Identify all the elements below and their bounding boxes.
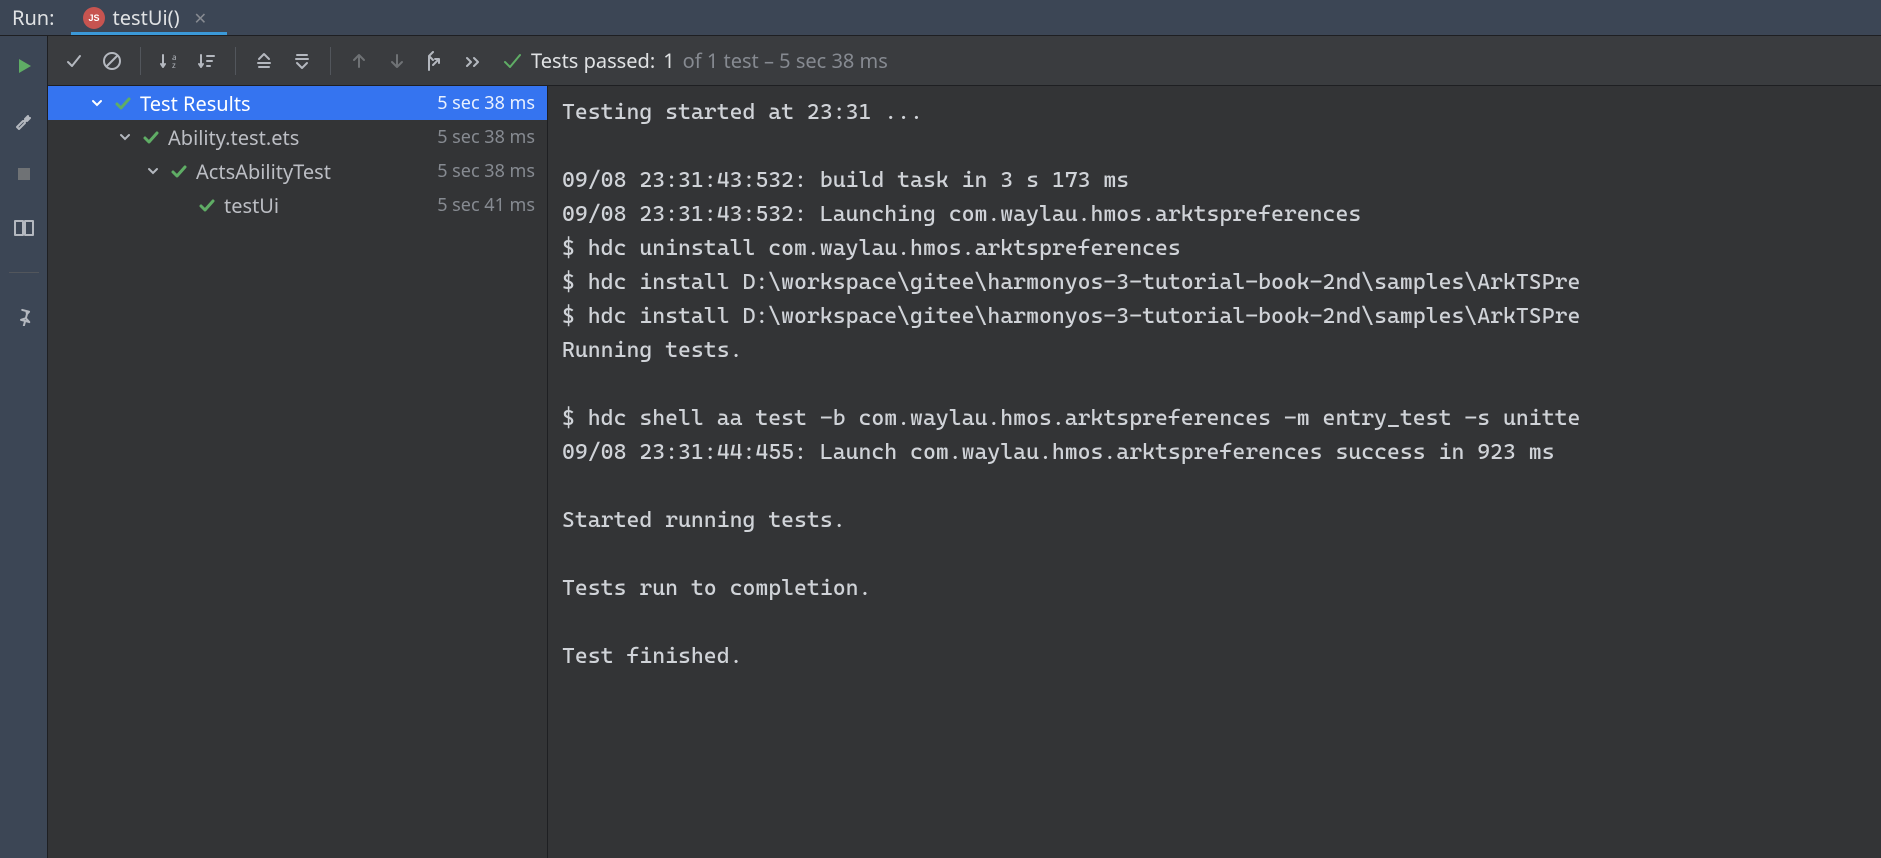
expand-all-icon[interactable]: [248, 45, 280, 77]
export-icon[interactable]: [419, 45, 451, 77]
tree-row[interactable]: testUi 5 sec 41 ms: [48, 188, 547, 222]
stop-icon[interactable]: [10, 160, 38, 188]
check-icon: [142, 128, 160, 146]
tab-title: testUi(): [113, 4, 180, 31]
test-status: Tests passed: 1 of 1 test – 5 sec 38 ms: [501, 47, 888, 74]
duration: 5 sec 38 ms: [437, 125, 535, 149]
tree-label: Ability.test.ets: [168, 124, 299, 151]
duration: 5 sec 38 ms: [437, 159, 535, 183]
collapse-all-icon[interactable]: [286, 45, 318, 77]
tree-label: testUi: [224, 192, 279, 219]
wrench-icon[interactable]: [10, 106, 38, 134]
duration: 5 sec 41 ms: [437, 193, 535, 217]
svg-text:z: z: [172, 60, 176, 71]
layout-icon[interactable]: [10, 214, 38, 242]
chevron-down-icon[interactable]: [88, 96, 106, 110]
status-prefix: Tests passed:: [531, 47, 655, 74]
tree-label: Test Results: [140, 90, 251, 117]
check-icon: [170, 162, 188, 180]
sort-duration-icon[interactable]: [191, 45, 223, 77]
duration: 5 sec 38 ms: [437, 91, 535, 115]
tree-row[interactable]: ActsAbilityTest 5 sec 38 ms: [48, 154, 547, 188]
test-toolbar: az: [48, 36, 1881, 86]
tab-testui[interactable]: JS testUi() ✕: [71, 0, 228, 35]
toolbar-separator: [235, 47, 236, 75]
close-icon[interactable]: ✕: [194, 7, 207, 29]
check-icon: [501, 50, 523, 72]
next-failed-icon[interactable]: [381, 45, 413, 77]
check-icon: [114, 94, 132, 112]
more-icon[interactable]: [457, 45, 489, 77]
run-label: Run:: [0, 4, 71, 31]
gutter-separator: [9, 272, 39, 273]
chevron-down-icon[interactable]: [116, 130, 134, 144]
js-icon: JS: [83, 7, 105, 29]
passed-count: 1: [663, 47, 674, 74]
show-ignored-icon[interactable]: [96, 45, 128, 77]
status-suffix: of 1 test – 5 sec 38 ms: [683, 47, 888, 74]
svg-text:JS: JS: [88, 13, 99, 23]
toolbar-separator: [330, 47, 331, 75]
run-tab-strip: Run: JS testUi() ✕: [0, 0, 1881, 36]
show-passed-icon[interactable]: [58, 45, 90, 77]
check-icon: [198, 196, 216, 214]
run-icon[interactable]: [10, 52, 38, 80]
tree-label: ActsAbilityTest: [196, 158, 331, 185]
pin-icon[interactable]: [10, 303, 38, 331]
tree-row[interactable]: Test Results 5 sec 38 ms: [48, 86, 547, 120]
test-tree[interactable]: Test Results 5 sec 38 ms Ability.test.ets 5…: [48, 86, 548, 858]
console-output[interactable]: Testing started at 23:31 ... 09/08 23:31…: [548, 86, 1881, 858]
gutter: [0, 36, 48, 858]
sort-alpha-icon[interactable]: az: [153, 45, 185, 77]
prev-failed-icon[interactable]: [343, 45, 375, 77]
toolbar-separator: [140, 47, 141, 75]
chevron-down-icon[interactable]: [144, 164, 162, 178]
tree-row[interactable]: Ability.test.ets 5 sec 38 ms: [48, 120, 547, 154]
